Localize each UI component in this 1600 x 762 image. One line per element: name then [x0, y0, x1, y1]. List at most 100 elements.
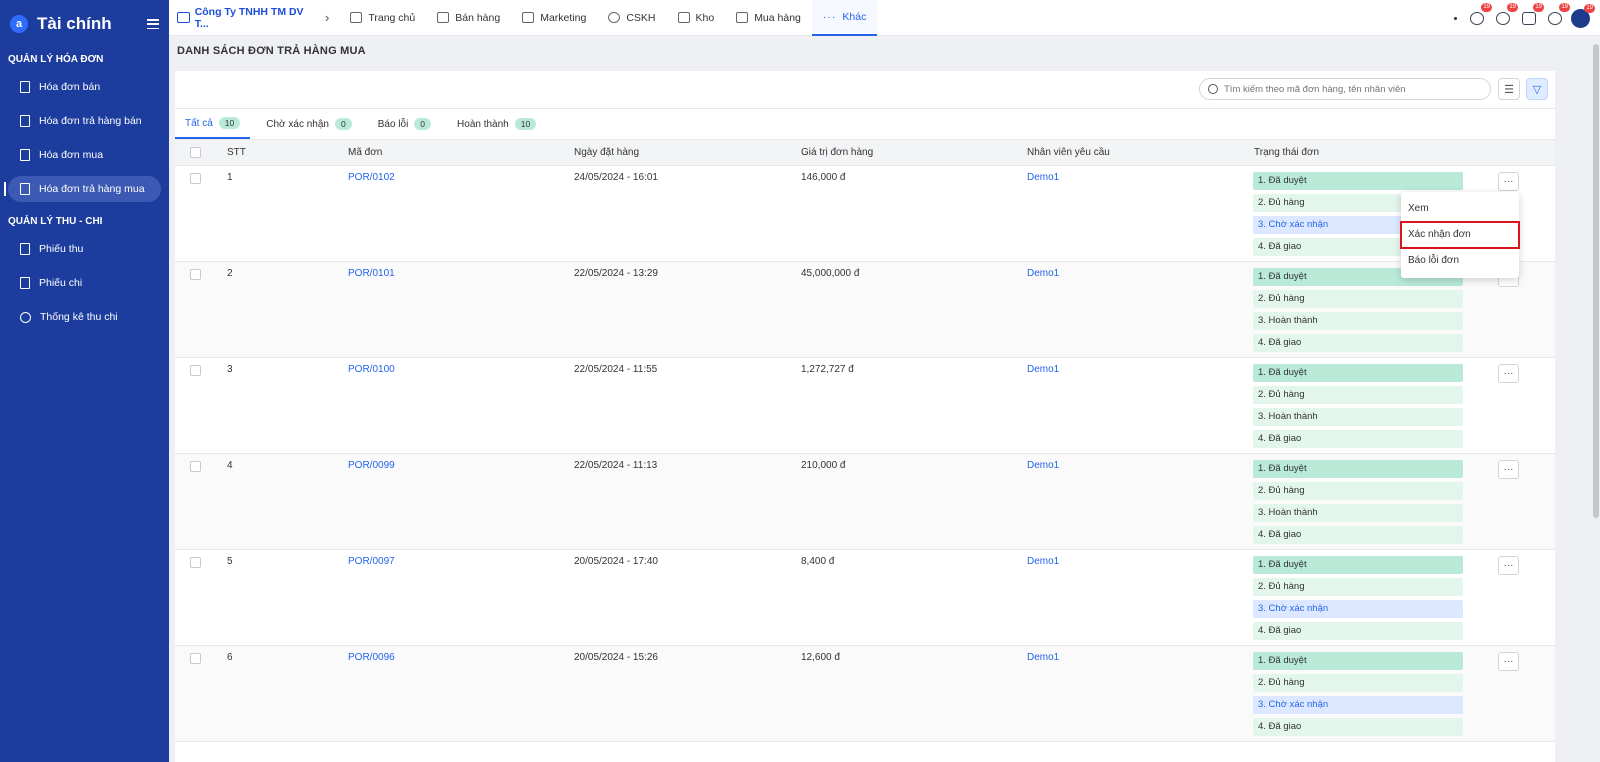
order-code-link[interactable]: POR/0102	[348, 172, 395, 183]
nav-sales[interactable]: Bán hàng	[426, 0, 511, 36]
employee-link[interactable]: Demo1	[1027, 460, 1059, 471]
order-value: 1,272,727 đ	[801, 364, 854, 375]
status-step: 2. Đủ hàng	[1253, 674, 1463, 692]
order-code-link[interactable]: POR/0100	[348, 364, 395, 375]
sidebar-item-sales-return-invoice[interactable]: Hóa đơn trả hàng bán	[8, 108, 161, 134]
nav-label: Marketing	[540, 11, 587, 24]
status-step: 4. Đã giao	[1253, 526, 1463, 544]
notification-badge: 19	[1507, 3, 1518, 12]
table-row: 4 POR/0099 22/05/2024 - 11:13 210,000 đ Demo…	[175, 454, 1555, 550]
tab-error[interactable]: Báo lỗi 0	[368, 109, 441, 139]
row-checkbox[interactable]	[190, 557, 201, 568]
row-checkbox[interactable]	[190, 365, 201, 376]
company-name: Công Ty TNHH TM DV T...	[194, 5, 304, 30]
company-selector[interactable]: Công Ty TNHH TM DV T...	[169, 6, 317, 30]
status-step: 1. Đã duyệt	[1253, 652, 1463, 670]
search-box[interactable]	[1199, 78, 1491, 100]
cart-icon	[736, 12, 749, 23]
more-actions-button[interactable]: ···	[1498, 652, 1519, 671]
main-panel: ☰ ▽ Tất cả 10 Chờ xác nhận 0 Báo lỗi 0 Hoàn…	[175, 71, 1555, 762]
nav-warehouse[interactable]: Kho	[667, 0, 726, 36]
bell-icon[interactable]: 19	[1545, 3, 1570, 28]
select-all-checkbox[interactable]	[190, 147, 201, 158]
nav-marketing[interactable]: Marketing	[511, 0, 597, 36]
status-step: 2. Đủ hàng	[1253, 290, 1463, 308]
tab-completed[interactable]: Hoàn thành 10	[447, 109, 546, 139]
document-icon	[20, 183, 30, 195]
row-stt: 6	[227, 652, 233, 663]
main-nav: Trang chủ Bán hàng Marketing CSKH Kho Mu…	[339, 0, 878, 36]
scrollbar-thumb[interactable]	[1593, 44, 1599, 518]
nav-home[interactable]: Trang chủ	[339, 0, 426, 36]
status-step: 3. Chờ xác nhận	[1253, 600, 1463, 618]
row-stt: 4	[227, 460, 233, 471]
sidebar-title: Tài chính	[37, 14, 112, 33]
tab-all[interactable]: Tất cả 10	[175, 109, 251, 139]
search-input[interactable]	[1224, 83, 1484, 95]
status-step: 1. Đã duyệt	[1253, 556, 1463, 574]
sidebar-item-label: Hóa đơn bán	[39, 81, 101, 93]
status-step: 3. Chờ xác nhận	[1253, 696, 1463, 714]
header-employee: Nhân viên yêu cầu	[1027, 147, 1110, 158]
row-checkbox[interactable]	[190, 269, 201, 280]
filter-button[interactable]: ▽	[1526, 78, 1548, 100]
employee-link[interactable]: Demo1	[1027, 268, 1059, 279]
nav-label: Khác	[842, 10, 867, 23]
order-date: 22/05/2024 - 11:55	[574, 364, 658, 375]
status-list: 1. Đã duyệt 2. Đủ hàng 3. Chờ xác nhận 4. Đ…	[1253, 652, 1463, 740]
status-step: 2. Đủ hàng	[1253, 578, 1463, 596]
sidebar-item-label: Phiếu chi	[39, 277, 83, 289]
more-actions-button[interactable]: ···	[1498, 172, 1519, 191]
status-step: 4. Đã giao	[1253, 430, 1463, 448]
menu-confirm-order[interactable]: Xác nhận đơn	[1400, 221, 1520, 249]
sidebar-item-label: Phiếu thu	[39, 243, 84, 255]
more-actions-button[interactable]: ···	[1498, 364, 1519, 383]
employee-link[interactable]: Demo1	[1027, 556, 1059, 567]
order-code-link[interactable]: POR/0101	[348, 268, 395, 279]
order-code-link[interactable]: POR/0097	[348, 556, 395, 567]
row-checkbox[interactable]	[190, 653, 201, 664]
more-dots-icon: ···	[822, 10, 837, 23]
more-actions-button[interactable]: ···	[1498, 556, 1519, 575]
mail-icon[interactable]: 19	[1519, 3, 1544, 28]
row-checkbox[interactable]	[190, 461, 201, 472]
sidebar-item-sales-invoice[interactable]: Hóa đơn bán	[8, 74, 161, 100]
menu-toggle-icon[interactable]	[147, 19, 159, 29]
order-date: 22/05/2024 - 13:29	[574, 268, 658, 279]
section-invoice-management: QUẢN LÝ HÓA ĐƠN	[8, 54, 104, 65]
nav-purchase[interactable]: Mua hàng	[725, 0, 812, 36]
nav-label: Kho	[695, 11, 715, 24]
employee-link[interactable]: Demo1	[1027, 364, 1059, 375]
avatar[interactable]: 19	[1571, 3, 1595, 28]
chat-icon[interactable]: 19	[1493, 3, 1518, 28]
tab-pending[interactable]: Chờ xác nhận 0	[256, 109, 361, 139]
order-code-link[interactable]: POR/0096	[348, 652, 395, 663]
sidebar-item-purchase-invoice[interactable]: Hóa đơn mua	[8, 142, 161, 168]
header-stt: STT	[227, 147, 246, 158]
status-step: 3. Hoàn thành	[1253, 408, 1463, 426]
phone-icon[interactable]: 19	[1467, 3, 1492, 28]
sidebar-item-statistics[interactable]: Thống kê thu chi	[8, 304, 161, 330]
header-code: Mã đơn	[348, 147, 383, 158]
status-step: 4. Đã giao	[1253, 622, 1463, 640]
order-value: 12,600 đ	[801, 652, 840, 663]
sidebar-item-payment[interactable]: Phiếu chi	[8, 270, 161, 296]
status-step: 2. Đủ hàng	[1253, 386, 1463, 404]
menu-view[interactable]: Xem	[1401, 196, 1519, 222]
table-row: 3 POR/0100 22/05/2024 - 11:55 1,272,727 đ De…	[175, 358, 1555, 454]
employee-link[interactable]: Demo1	[1027, 172, 1059, 183]
employee-link[interactable]: Demo1	[1027, 652, 1059, 663]
more-actions-button[interactable]: ···	[1498, 460, 1519, 479]
row-checkbox[interactable]	[190, 173, 201, 184]
settings-sliders-button[interactable]: ☰	[1498, 78, 1520, 100]
nav-cskh[interactable]: CSKH	[597, 0, 666, 36]
sidebar-item-receipt[interactable]: Phiếu thu	[8, 236, 161, 262]
order-code-link[interactable]: POR/0099	[348, 460, 395, 471]
sidebar-item-purchase-return-invoice[interactable]: Hóa đơn trả hàng mua	[4, 176, 161, 202]
top-right-actions: 19 19 19 19 19	[1454, 3, 1595, 28]
status-step: 3. Hoàn thành	[1253, 312, 1463, 330]
page-scrollbar[interactable]	[1592, 36, 1600, 762]
nav-other[interactable]: ··· Khác	[811, 0, 878, 36]
order-value: 45,000,000 đ	[801, 268, 860, 279]
menu-report-error[interactable]: Báo lỗi đơn	[1401, 248, 1519, 274]
